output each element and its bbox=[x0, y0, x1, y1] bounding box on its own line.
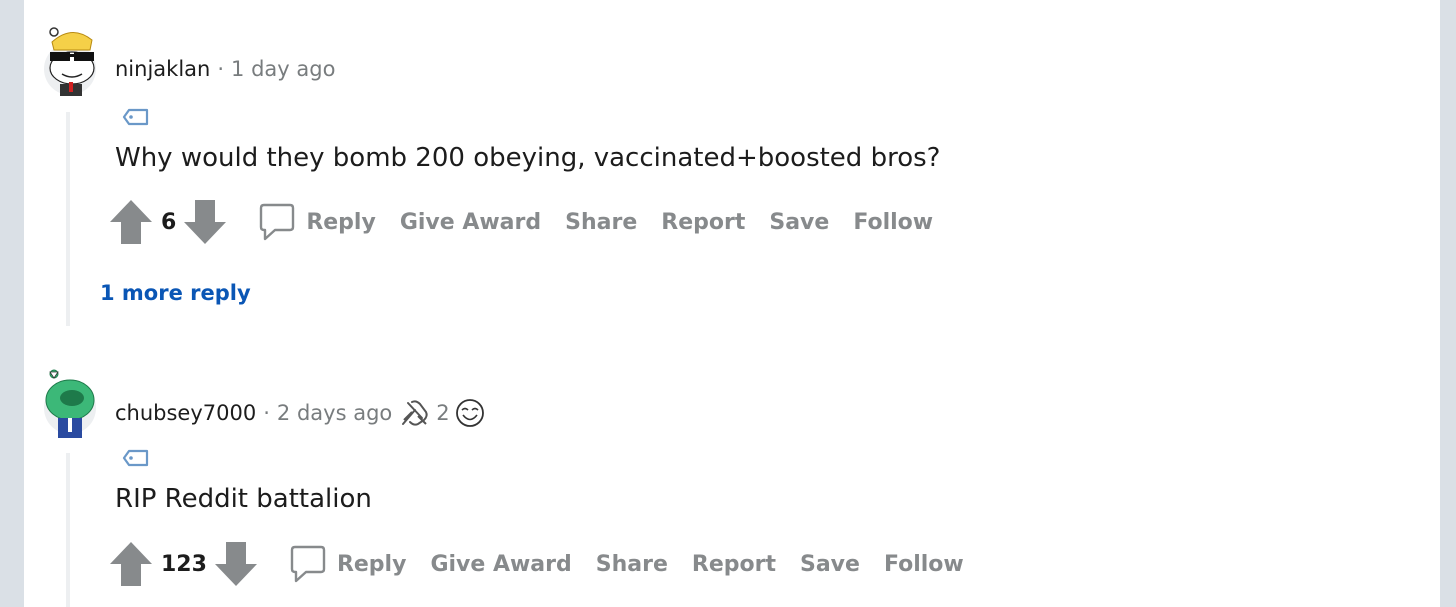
give-award-button[interactable]: Give Award bbox=[400, 210, 541, 235]
report-button[interactable]: Report bbox=[692, 552, 776, 577]
comment-body: Why would they bomb 200 obeying, vaccina… bbox=[115, 143, 941, 173]
avatar[interactable] bbox=[42, 24, 100, 96]
report-button[interactable]: Report bbox=[661, 210, 745, 235]
tag-icon bbox=[122, 449, 149, 467]
comment-body: RIP Reddit battalion bbox=[115, 484, 372, 514]
upvote-arrow-icon bbox=[110, 542, 152, 586]
share-button[interactable]: Share bbox=[596, 552, 668, 577]
thread-line[interactable] bbox=[66, 112, 70, 326]
comment-meta: ninjaklan · 1 day ago bbox=[115, 57, 335, 81]
share-button[interactable]: Share bbox=[565, 210, 637, 235]
thread-line[interactable] bbox=[66, 453, 70, 607]
vote-score: 6 bbox=[161, 209, 177, 235]
comments-panel: ninjaklan · 1 day ago Why would they bom… bbox=[24, 0, 1440, 607]
follow-button[interactable]: Follow bbox=[853, 210, 933, 235]
upvote-button[interactable] bbox=[108, 198, 154, 246]
save-button[interactable]: Save bbox=[800, 552, 860, 577]
reply-label: Reply bbox=[306, 209, 376, 235]
award-count: 2 bbox=[436, 401, 450, 425]
downvote-button[interactable] bbox=[182, 198, 228, 246]
reply-button[interactable]: Reply bbox=[258, 202, 376, 242]
comment-actions: 6 Reply Give Award Share Report Save Fol… bbox=[108, 197, 933, 247]
downvote-arrow-icon bbox=[214, 542, 257, 586]
reply-label: Reply bbox=[336, 551, 407, 577]
timestamp[interactable]: 1 day ago bbox=[231, 57, 335, 81]
save-button[interactable]: Save bbox=[769, 210, 829, 235]
comment-meta: chubsey7000 · 2 days ago 2 bbox=[115, 398, 486, 428]
downvote-button[interactable] bbox=[213, 540, 259, 588]
downvote-arrow-icon bbox=[184, 200, 227, 244]
meta-separator: · bbox=[217, 57, 225, 81]
timestamp[interactable]: 2 days ago bbox=[277, 401, 392, 425]
meta-separator: · bbox=[263, 401, 270, 425]
author-name[interactable]: chubsey7000 bbox=[115, 401, 256, 425]
author-name[interactable]: ninjaklan bbox=[115, 57, 210, 81]
upvote-button[interactable] bbox=[108, 540, 154, 588]
give-award-button[interactable]: Give Award bbox=[430, 552, 571, 577]
follow-button[interactable]: Follow bbox=[884, 552, 964, 577]
speech-bubble-icon bbox=[290, 545, 326, 583]
crossed-hands-award-icon[interactable] bbox=[400, 398, 432, 428]
vote-score: 123 bbox=[161, 551, 207, 577]
upvote-arrow-icon bbox=[110, 200, 152, 244]
comment-actions: 123 Reply Give Award Share Report Save F… bbox=[108, 539, 964, 589]
more-replies-link[interactable]: 1 more reply bbox=[100, 281, 251, 305]
reply-button[interactable]: Reply bbox=[289, 544, 407, 584]
avatar[interactable] bbox=[42, 366, 100, 438]
tag-icon bbox=[122, 108, 149, 126]
laughing-face-award-icon[interactable] bbox=[454, 398, 486, 428]
speech-bubble-icon bbox=[260, 203, 295, 241]
